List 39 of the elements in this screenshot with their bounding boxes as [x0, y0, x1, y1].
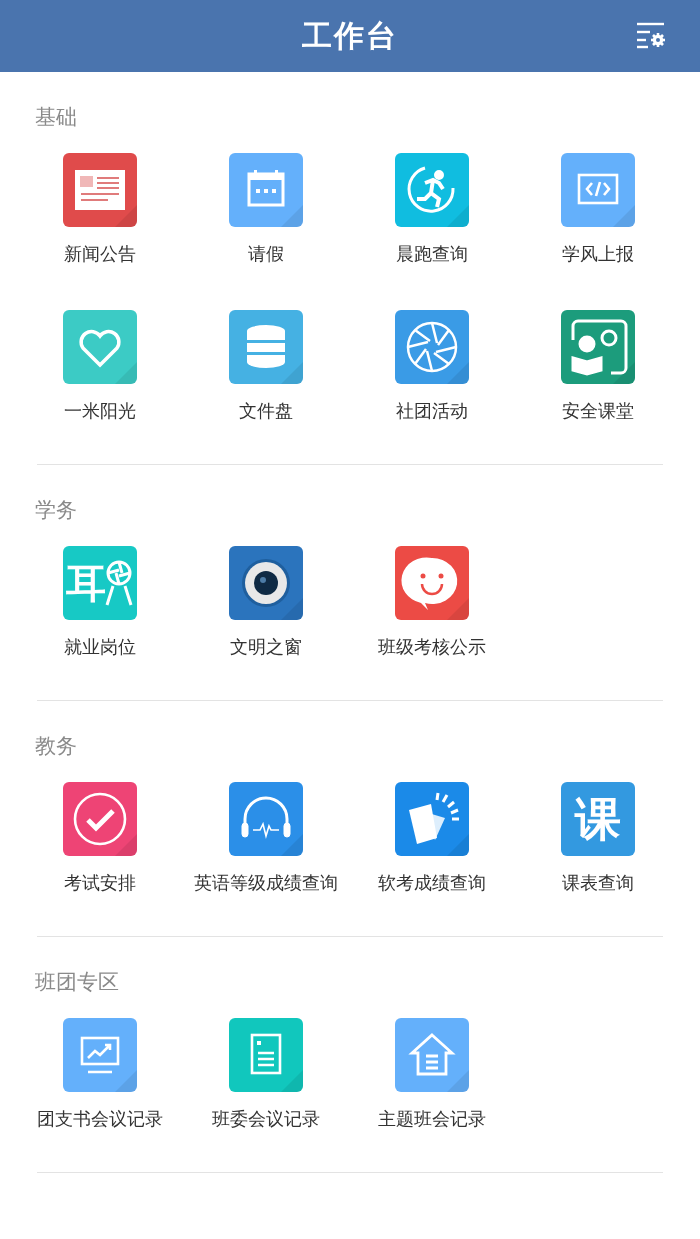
- app-label[interactable]: 晨跑查询: [396, 242, 468, 266]
- app-label[interactable]: 英语等级成绩查询: [194, 871, 338, 895]
- section-title: 班团专区: [35, 969, 120, 996]
- app-label[interactable]: 主题班会记录: [378, 1107, 486, 1131]
- app-label[interactable]: 课表查询: [562, 871, 634, 895]
- code-icon[interactable]: [561, 153, 635, 227]
- reader-icon[interactable]: [561, 310, 635, 384]
- calendar-icon[interactable]: [229, 153, 303, 227]
- page-title: 工作台: [302, 16, 398, 55]
- settings-icon[interactable]: [636, 21, 666, 49]
- app-label[interactable]: 请假: [248, 242, 284, 266]
- database-icon[interactable]: [229, 310, 303, 384]
- app-label[interactable]: 社团活动: [396, 399, 468, 423]
- app-label[interactable]: 班级考核公示: [378, 635, 486, 659]
- chart-monitor-icon[interactable]: [63, 1018, 137, 1092]
- app-label[interactable]: 软考成绩查询: [378, 871, 486, 895]
- shutter-icon[interactable]: [395, 310, 469, 384]
- app-label[interactable]: 安全课堂: [562, 399, 634, 423]
- runner-icon[interactable]: [395, 153, 469, 227]
- book-icon[interactable]: [395, 782, 469, 856]
- house-icon[interactable]: [395, 1018, 469, 1092]
- camera-lens-icon[interactable]: [229, 546, 303, 620]
- document-icon[interactable]: [229, 1018, 303, 1092]
- app-label[interactable]: 新闻公告: [64, 242, 136, 266]
- app-label[interactable]: 文件盘: [239, 399, 293, 423]
- section-title: 学务: [35, 497, 78, 524]
- checkmark-icon[interactable]: [63, 782, 137, 856]
- app-label[interactable]: 一米阳光: [64, 399, 136, 423]
- app-label[interactable]: 学风上报: [562, 242, 634, 266]
- section-title: 基础: [35, 104, 78, 131]
- app-label[interactable]: 班委会议记录: [212, 1107, 320, 1131]
- headphones-icon[interactable]: [229, 782, 303, 856]
- section-title: 教务: [35, 733, 78, 760]
- app-label[interactable]: 就业岗位: [64, 635, 136, 659]
- app-label[interactable]: 文明之窗: [230, 635, 302, 659]
- newspaper-icon[interactable]: [63, 153, 137, 227]
- app-label[interactable]: 团支书会议记录: [37, 1107, 163, 1131]
- smile-icon[interactable]: [395, 546, 469, 620]
- app-label[interactable]: 考试安排: [64, 871, 136, 895]
